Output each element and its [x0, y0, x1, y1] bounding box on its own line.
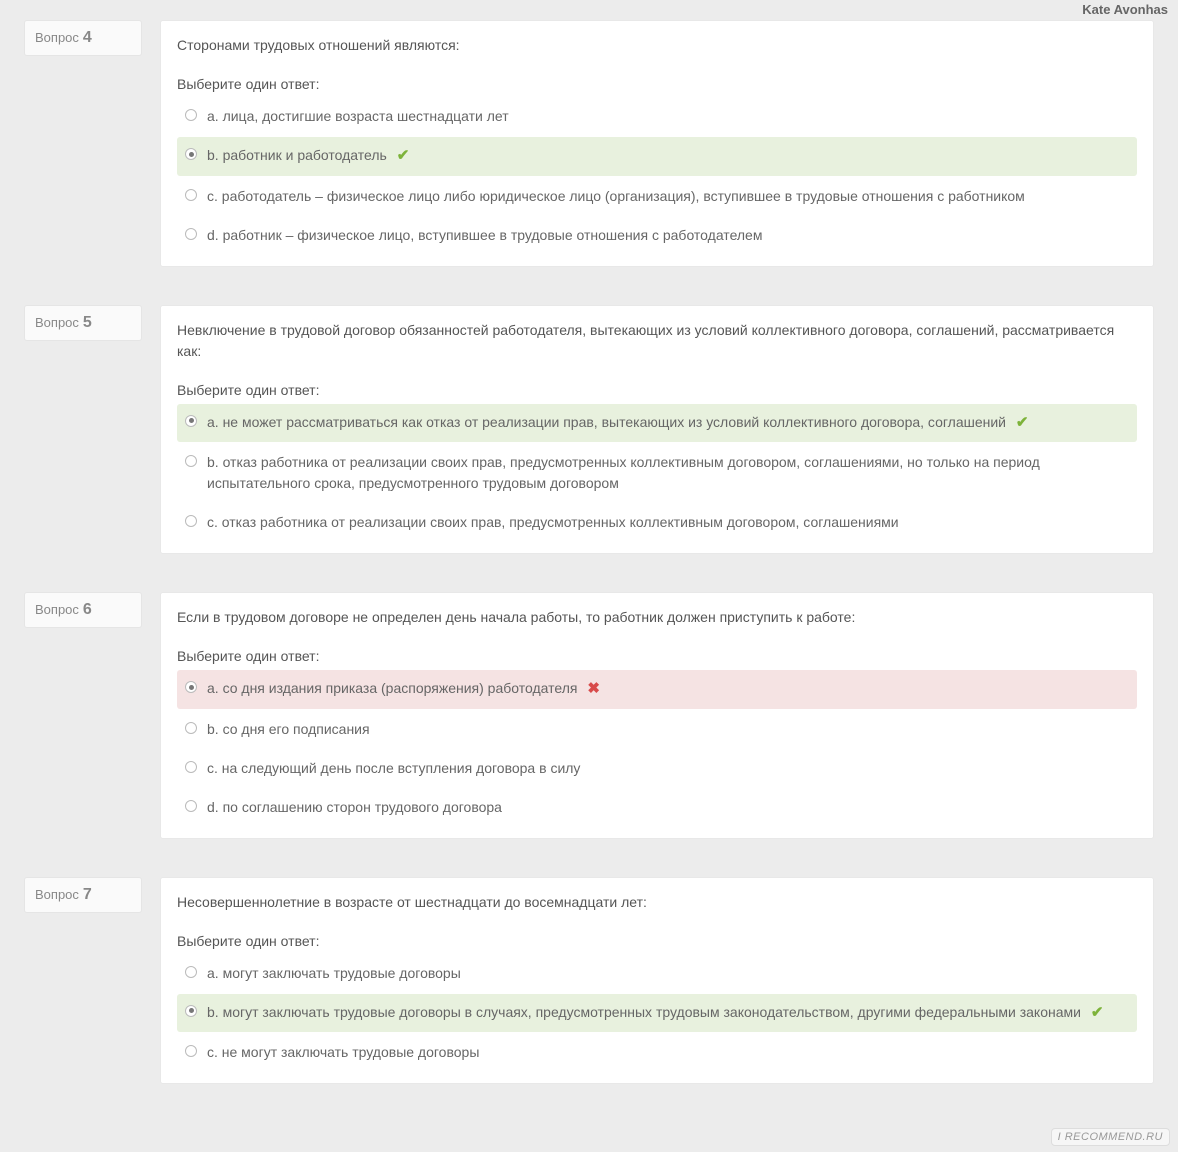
- radio-icon[interactable]: [185, 228, 197, 240]
- radio-icon[interactable]: [185, 515, 197, 527]
- answer-list: a. лица, достигшие возраста шестнадцати …: [177, 98, 1137, 254]
- answer-option[interactable]: b. отказ работника от реализации своих п…: [177, 444, 1137, 502]
- answer-label: c. на следующий день после вступления до…: [207, 760, 580, 776]
- answer-text: c. работодатель – физическое лицо либо ю…: [207, 186, 1129, 207]
- answer-option[interactable]: b. работник и работодатель ✔: [177, 137, 1137, 176]
- answer-option[interactable]: d. по соглашению сторон трудового догово…: [177, 789, 1137, 826]
- question-row: Вопрос 4 Сторонами трудовых отношений явля…: [24, 20, 1154, 267]
- question-card: Несовершеннолетние в возрасте от шестнад…: [160, 877, 1154, 1085]
- question-badge: Вопрос 7: [24, 877, 142, 913]
- answer-list: a. не может рассматриваться как отказ от…: [177, 404, 1137, 542]
- answer-text: b. со дня его подписания: [207, 719, 1129, 740]
- question-row: Вопрос 6 Если в трудовом договоре не опред…: [24, 592, 1154, 839]
- question-card: Невключение в трудовой договор обязаннос…: [160, 305, 1154, 555]
- question-card: Если в трудовом договоре не определен де…: [160, 592, 1154, 839]
- answer-option[interactable]: a. со дня издания приказа (распоряжения)…: [177, 670, 1137, 709]
- answer-text: a. могут заключать трудовые договоры: [207, 963, 1129, 984]
- check-icon: ✔: [397, 145, 410, 168]
- answer-label: d. работник – физическое лицо, вступивше…: [207, 227, 762, 243]
- answer-label: c. отказ работника от реализации своих п…: [207, 514, 899, 530]
- answer-option[interactable]: a. могут заключать трудовые договоры: [177, 955, 1137, 992]
- answer-option[interactable]: d. работник – физическое лицо, вступивше…: [177, 217, 1137, 254]
- answer-list: a. могут заключать трудовые договоры b. м…: [177, 955, 1137, 1072]
- quiz-page: Вопрос 4 Сторонами трудовых отношений явля…: [0, 0, 1178, 1152]
- radio-icon[interactable]: [185, 455, 197, 467]
- answer-label: b. работник и работодатель: [207, 147, 387, 163]
- answer-label: c. работодатель – физическое лицо либо ю…: [207, 188, 1025, 204]
- radio-icon[interactable]: [185, 189, 197, 201]
- question-badge: Вопрос 4: [24, 20, 142, 56]
- answer-text: a. лица, достигшие возраста шестнадцати …: [207, 106, 1129, 127]
- radio-icon[interactable]: [185, 966, 197, 978]
- watermark-bottom: I RECOMMEND.RU: [1051, 1128, 1170, 1146]
- radio-icon[interactable]: [185, 761, 197, 773]
- answer-option[interactable]: c. работодатель – физическое лицо либо ю…: [177, 178, 1137, 215]
- question-number: 7: [83, 886, 92, 904]
- answer-label: c. не могут заключать трудовые договоры: [207, 1044, 479, 1060]
- answer-option[interactable]: b. со дня его подписания: [177, 711, 1137, 748]
- answer-text: a. не может рассматриваться как отказ от…: [207, 412, 1129, 435]
- question-text: Невключение в трудовой договор обязаннос…: [177, 320, 1137, 362]
- answer-option[interactable]: a. не может рассматриваться как отказ от…: [177, 404, 1137, 443]
- question-number: 4: [83, 29, 92, 47]
- answer-text: c. не могут заключать трудовые договоры: [207, 1042, 1129, 1063]
- radio-icon[interactable]: [185, 1045, 197, 1057]
- answer-text: c. на следующий день после вступления до…: [207, 758, 1129, 779]
- answer-label: a. могут заключать трудовые договоры: [207, 965, 461, 981]
- answer-text: a. со дня издания приказа (распоряжения)…: [207, 678, 1129, 701]
- cross-icon: ✖: [587, 678, 600, 701]
- answer-text: d. работник – физическое лицо, вступивше…: [207, 225, 1129, 246]
- answer-text: c. отказ работника от реализации своих п…: [207, 512, 1129, 533]
- question-row: Вопрос 5 Невключение в трудовой договор об…: [24, 305, 1154, 555]
- watermark-top: Kate Avonhas: [1082, 2, 1168, 17]
- radio-icon[interactable]: [185, 681, 197, 693]
- check-icon: ✔: [1091, 1002, 1104, 1025]
- answer-text: b. могут заключать трудовые договоры в с…: [207, 1002, 1129, 1025]
- question-row: Вопрос 7 Несовершеннолетние в возрасте от …: [24, 877, 1154, 1085]
- answer-label: b. могут заключать трудовые договоры в с…: [207, 1004, 1081, 1020]
- question-text: Сторонами трудовых отношений являются:: [177, 35, 1137, 56]
- answer-text: d. по соглашению сторон трудового догово…: [207, 797, 1129, 818]
- radio-icon[interactable]: [185, 415, 197, 427]
- answer-label: d. по соглашению сторон трудового догово…: [207, 799, 502, 815]
- question-number: 5: [83, 314, 92, 332]
- radio-icon[interactable]: [185, 148, 197, 160]
- answer-instruction: Выберите один ответ:: [177, 648, 1137, 664]
- question-label: Вопрос: [35, 602, 79, 617]
- answer-label: a. со дня издания приказа (распоряжения)…: [207, 680, 577, 696]
- question-badge: Вопрос 5: [24, 305, 142, 341]
- answer-label: b. отказ работника от реализации своих п…: [207, 454, 1040, 491]
- answer-instruction: Выберите один ответ:: [177, 933, 1137, 949]
- question-label: Вопрос: [35, 887, 79, 902]
- answer-option[interactable]: b. могут заключать трудовые договоры в с…: [177, 994, 1137, 1033]
- answer-label: b. со дня его подписания: [207, 721, 370, 737]
- answer-instruction: Выберите один ответ:: [177, 382, 1137, 398]
- radio-icon[interactable]: [185, 109, 197, 121]
- answer-instruction: Выберите один ответ:: [177, 76, 1137, 92]
- answer-list: a. со дня издания приказа (распоряжения)…: [177, 670, 1137, 826]
- question-label: Вопрос: [35, 30, 79, 45]
- radio-icon[interactable]: [185, 1005, 197, 1017]
- answer-label: a. лица, достигшие возраста шестнадцати …: [207, 108, 509, 124]
- answer-option[interactable]: c. не могут заключать трудовые договоры: [177, 1034, 1137, 1071]
- question-text: Если в трудовом договоре не определен де…: [177, 607, 1137, 628]
- question-label: Вопрос: [35, 315, 79, 330]
- question-number: 6: [83, 601, 92, 619]
- answer-option[interactable]: c. отказ работника от реализации своих п…: [177, 504, 1137, 541]
- check-icon: ✔: [1016, 412, 1029, 435]
- answer-text: b. работник и работодатель ✔: [207, 145, 1129, 168]
- question-card: Сторонами трудовых отношений являются: Вы…: [160, 20, 1154, 267]
- question-text: Несовершеннолетние в возрасте от шестнад…: [177, 892, 1137, 913]
- radio-icon[interactable]: [185, 722, 197, 734]
- radio-icon[interactable]: [185, 800, 197, 812]
- question-badge: Вопрос 6: [24, 592, 142, 628]
- answer-label: a. не может рассматриваться как отказ от…: [207, 414, 1006, 430]
- answer-option[interactable]: a. лица, достигшие возраста шестнадцати …: [177, 98, 1137, 135]
- answer-option[interactable]: c. на следующий день после вступления до…: [177, 750, 1137, 787]
- answer-text: b. отказ работника от реализации своих п…: [207, 452, 1129, 494]
